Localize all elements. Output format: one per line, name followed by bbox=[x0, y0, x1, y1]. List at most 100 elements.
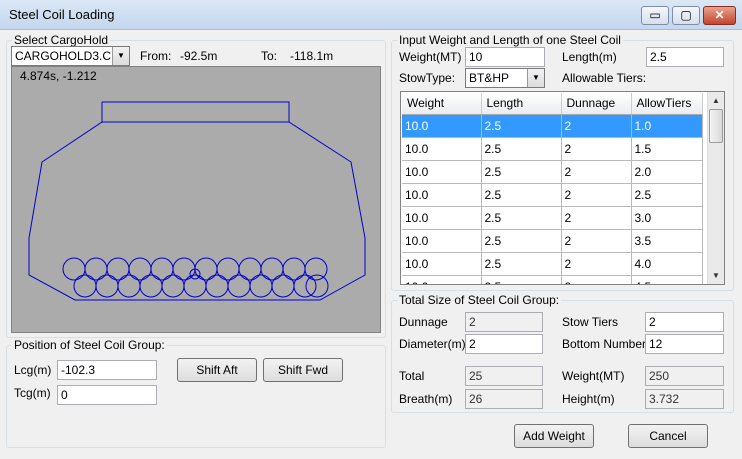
stow-tiers-label: Stow Tiers bbox=[562, 315, 619, 329]
stowtype-select[interactable]: BT&HP ▼ bbox=[465, 68, 545, 88]
table-cell[interactable]: 4.0 bbox=[631, 252, 703, 276]
weight-input[interactable]: 10 bbox=[465, 47, 545, 67]
to-value: -118.1m bbox=[290, 49, 334, 63]
chevron-down-icon[interactable]: ▼ bbox=[112, 47, 129, 65]
cargohold-select[interactable]: CARGOHOLD3.C ▼ bbox=[11, 46, 130, 66]
table-cell[interactable]: 3.5 bbox=[631, 229, 703, 253]
chevron-down-icon[interactable]: ▼ bbox=[527, 69, 544, 87]
from-label: From: bbox=[140, 49, 172, 63]
cargohold-drawing-canvas[interactable]: 4.874s, -1.212 bbox=[11, 66, 381, 333]
table-row[interactable]: 10.0 2.5 2 3.5 bbox=[402, 229, 703, 253]
table-cell[interactable]: 2 bbox=[561, 183, 632, 207]
table-cell[interactable]: 10.0 bbox=[402, 137, 482, 161]
height-value: 3.732 bbox=[645, 389, 724, 409]
bottom-number-input[interactable]: 12 bbox=[645, 334, 724, 354]
grid-vertical-scrollbar[interactable]: ▲ ▼ bbox=[707, 92, 724, 284]
dunnage-value: 2 bbox=[465, 312, 543, 332]
table-row[interactable]: 10.0 2.5 2 3.0 bbox=[402, 206, 703, 230]
window-title: Steel Coil Loading bbox=[9, 7, 115, 22]
stowtype-select-value: BT&HP bbox=[469, 71, 510, 85]
table-cell[interactable]: 2 bbox=[561, 229, 632, 253]
dunnage-label: Dunnage bbox=[399, 315, 448, 329]
table-cell[interactable]: 2.5 bbox=[481, 252, 562, 276]
table-cell[interactable]: 2.5 bbox=[481, 275, 562, 284]
close-button[interactable]: ✕ bbox=[703, 6, 736, 25]
table-cell[interactable]: 2.5 bbox=[481, 137, 562, 161]
table-cell[interactable]: 10.0 bbox=[402, 252, 482, 276]
table-row[interactable]: 10.0 2.5 2 4.0 bbox=[402, 252, 703, 276]
hold-section-drawing bbox=[28, 101, 366, 301]
allowable-tiers-table: Weight Length Dunnage AllowTiers 10.0 2.5… bbox=[402, 93, 703, 284]
table-cell[interactable]: 2 bbox=[561, 114, 632, 138]
table-cell[interactable]: 10.0 bbox=[402, 229, 482, 253]
table-cell[interactable]: 2.5 bbox=[481, 160, 562, 184]
table-cell[interactable]: 10.0 bbox=[402, 114, 482, 138]
length-input[interactable]: 2.5 bbox=[646, 47, 724, 67]
table-cell[interactable]: 2 bbox=[561, 160, 632, 184]
tcg-input[interactable]: 0 bbox=[57, 385, 157, 405]
table-cell[interactable]: 2 bbox=[561, 275, 632, 284]
scroll-up-icon[interactable]: ▲ bbox=[708, 92, 724, 109]
height-label: Height(m) bbox=[562, 392, 615, 406]
coil-top-row bbox=[62, 257, 328, 281]
table-cell[interactable]: 1.0 bbox=[631, 114, 703, 138]
column-header-dunnage[interactable]: Dunnage bbox=[561, 93, 632, 115]
shift-fwd-button[interactable]: Shift Fwd bbox=[263, 358, 343, 382]
bottom-number-label: Bottom Number bbox=[562, 337, 647, 351]
total-value: 25 bbox=[465, 366, 543, 386]
total-label: Total bbox=[399, 369, 425, 383]
to-label: To: bbox=[261, 49, 278, 63]
maximize-button[interactable]: ▢ bbox=[672, 6, 700, 25]
minimize-button[interactable]: ▭ bbox=[641, 6, 669, 25]
position-legend: Position of Steel Coil Group: bbox=[14, 338, 165, 352]
breath-label: Breath(m) bbox=[399, 392, 453, 406]
allowable-tiers-grid[interactable]: Weight Length Dunnage AllowTiers 10.0 2.5… bbox=[400, 91, 725, 285]
column-header-allowtiers[interactable]: AllowTiers bbox=[631, 93, 703, 115]
table-cell[interactable]: 1.5 bbox=[631, 137, 703, 161]
cargohold-legend: Select CargoHold bbox=[14, 33, 109, 47]
table-cell[interactable]: 2 bbox=[561, 137, 632, 161]
table-row[interactable]: 10.0 2.5 2 2.5 bbox=[402, 183, 703, 207]
shift-aft-button[interactable]: Shift Aft bbox=[177, 358, 257, 382]
total-size-legend: Total Size of Steel Coil Group: bbox=[399, 293, 560, 307]
diameter-input[interactable]: 2 bbox=[465, 334, 543, 354]
table-row[interactable]: 10.0 2.5 2 1.5 bbox=[402, 137, 703, 161]
length-label: Length(m) bbox=[562, 50, 617, 64]
table-header-row: Weight Length Dunnage AllowTiers bbox=[402, 93, 703, 115]
table-cell[interactable]: 2.5 bbox=[481, 114, 562, 138]
table-cell[interactable]: 2.5 bbox=[481, 206, 562, 230]
cancel-button[interactable]: Cancel bbox=[628, 424, 708, 448]
input-legend: Input Weight and Length of one Steel Coi… bbox=[399, 33, 621, 47]
scroll-down-icon[interactable]: ▼ bbox=[708, 267, 724, 284]
table-cell[interactable]: 2.5 bbox=[481, 229, 562, 253]
cargohold-select-value: CARGOHOLD3.C bbox=[15, 49, 112, 63]
table-cell[interactable]: 10.0 bbox=[402, 275, 482, 284]
table-cell[interactable]: 3.0 bbox=[631, 206, 703, 230]
stow-tiers-input[interactable]: 2 bbox=[645, 312, 724, 332]
tcg-label: Tcg(m) bbox=[14, 386, 51, 400]
total-weight-label: Weight(MT) bbox=[562, 369, 625, 383]
table-row[interactable]: 10.0 2.5 2 2.0 bbox=[402, 160, 703, 184]
column-header-length[interactable]: Length bbox=[481, 93, 562, 115]
allowable-tiers-label: Allowable Tiers: bbox=[562, 71, 647, 85]
table-cell[interactable]: 4.5 bbox=[631, 275, 703, 284]
table-row[interactable]: 10.0 2.5 2 1.0 bbox=[402, 114, 703, 138]
table-cell[interactable]: 10.0 bbox=[402, 183, 482, 207]
table-row[interactable]: 10.02.524.5 bbox=[402, 275, 703, 284]
lcg-label: Lcg(m) bbox=[14, 363, 52, 377]
table-cell[interactable]: 2 bbox=[561, 252, 632, 276]
table-cell[interactable]: 2 bbox=[561, 206, 632, 230]
table-cell[interactable]: 2.0 bbox=[631, 160, 703, 184]
lcg-input[interactable]: -102.3 bbox=[57, 360, 157, 380]
table-cell[interactable]: 2.5 bbox=[481, 183, 562, 207]
table-cell[interactable]: 10.0 bbox=[402, 206, 482, 230]
column-header-weight[interactable]: Weight bbox=[402, 93, 482, 115]
from-value: -92.5m bbox=[180, 49, 218, 63]
table-cell[interactable]: 10.0 bbox=[402, 160, 482, 184]
diameter-label: Diameter(m) bbox=[399, 337, 466, 351]
table-cell[interactable]: 2.5 bbox=[631, 183, 703, 207]
scrollbar-thumb[interactable] bbox=[709, 109, 723, 143]
breath-value: 26 bbox=[465, 389, 543, 409]
stowtype-label: StowType: bbox=[399, 71, 456, 85]
add-weight-button[interactable]: Add Weight bbox=[514, 424, 594, 448]
